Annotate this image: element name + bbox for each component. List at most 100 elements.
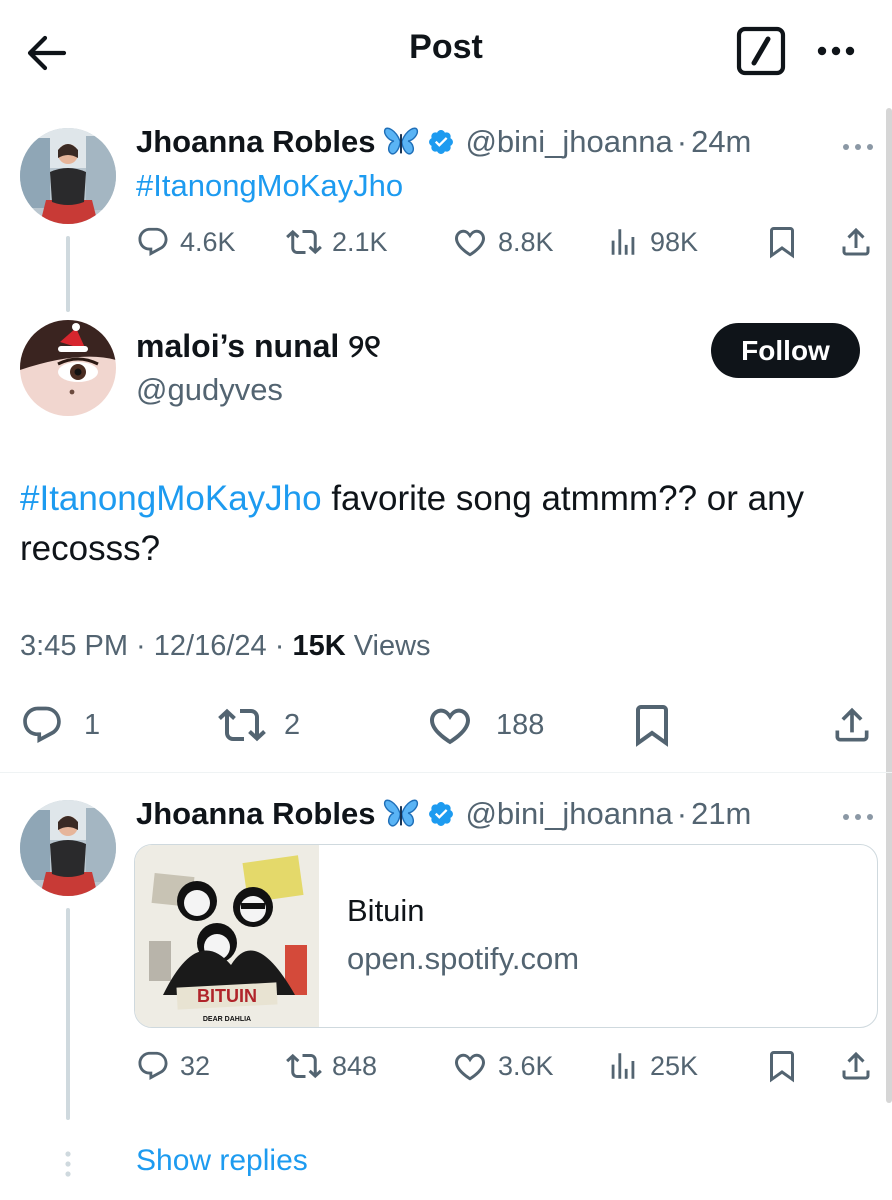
separator-dot: ·: [128, 630, 154, 662]
show-replies-link[interactable]: Show replies: [136, 1144, 308, 1178]
butterfly-icon: [383, 126, 419, 158]
reply-count: 4.6K: [180, 226, 236, 257]
card-domain[interactable]: open.spotify.com: [347, 941, 579, 977]
tweet-actions: 4.6K 2.1K 8.8K 98K: [136, 222, 876, 262]
share-icon: [838, 1048, 874, 1084]
bookmark-icon: [764, 1048, 800, 1084]
reply-button[interactable]: 4.6K: [136, 222, 236, 262]
views-icon: [606, 1049, 640, 1083]
tweet-header: Jhoanna Robles @bini_jhoanna · 21m: [136, 796, 751, 832]
reply-count: 32: [180, 1050, 211, 1081]
card-title[interactable]: Bituin: [347, 893, 425, 929]
tweet-time[interactable]: 24m: [691, 124, 751, 160]
top-bar: Post: [0, 0, 892, 100]
tweet-actions: 32 848 3.6K 25K: [136, 1046, 876, 1086]
like-count: 8.8K: [498, 226, 554, 257]
views-count: 98K: [650, 226, 699, 257]
thread-line: [66, 236, 70, 312]
tweet-more-button[interactable]: [838, 810, 878, 830]
reply-icon: [136, 1049, 170, 1083]
avatar[interactable]: [20, 800, 116, 896]
separator-dot: ·: [676, 124, 688, 159]
tweet-more-button[interactable]: [838, 140, 878, 160]
divider: [0, 772, 892, 773]
tweet-date[interactable]: 12/16/24: [154, 630, 267, 662]
bookmark-button[interactable]: [764, 222, 800, 262]
like-button[interactable]: 8.8K: [452, 222, 554, 262]
reply-button[interactable]: 1: [20, 700, 100, 750]
more-icon: [838, 811, 878, 823]
repost-icon: [286, 224, 322, 260]
views-button[interactable]: 98K: [606, 222, 698, 262]
thread-line: [66, 908, 70, 1120]
repost-icon: [218, 701, 266, 749]
views-button[interactable]: 25K: [606, 1046, 698, 1086]
author-handle[interactable]: @bini_jhoanna: [465, 124, 672, 160]
tweet-meta: 3:45 PM · 12/16/24 · 15K Views: [20, 630, 431, 663]
like-button[interactable]: 3.6K: [452, 1046, 554, 1086]
avatar-image: [20, 128, 116, 224]
like-count: 3.6K: [498, 1050, 554, 1081]
like-button[interactable]: 188: [426, 700, 544, 750]
avatar[interactable]: [20, 128, 116, 224]
avatar-image: [20, 800, 116, 896]
album-subtitle: DEAR DAHLIA: [203, 1016, 251, 1023]
butterfly-icon: [383, 798, 419, 830]
avatar-image: [20, 320, 116, 416]
scrollbar[interactable]: [886, 108, 892, 1103]
compose-icon: [736, 26, 786, 76]
like-icon: [452, 1048, 488, 1084]
album-title: BITUIN: [197, 986, 257, 1006]
views-count[interactable]: 15K: [292, 630, 345, 662]
compose-button[interactable]: [736, 26, 786, 76]
avatar[interactable]: [20, 320, 116, 416]
author-handle[interactable]: @bini_jhoanna: [465, 796, 672, 832]
verified-badge-icon[interactable]: [427, 800, 455, 828]
like-icon: [426, 701, 474, 749]
tweet-time[interactable]: 21m: [691, 796, 751, 832]
tweet-actions: 1 2 188: [0, 700, 892, 750]
share-icon: [830, 703, 874, 747]
bookmark-button[interactable]: [628, 700, 676, 750]
thread-dots-icon: [65, 1151, 71, 1177]
more-icon: [838, 141, 878, 153]
repost-count: 2.1K: [332, 226, 388, 257]
share-button[interactable]: [838, 1046, 874, 1086]
reply-button[interactable]: 32: [136, 1046, 210, 1086]
views-icon: [606, 225, 640, 259]
repost-button[interactable]: 2: [218, 700, 300, 750]
share-button[interactable]: [830, 700, 874, 750]
author-name[interactable]: Jhoanna Robles: [136, 796, 375, 832]
tweet-text: #ItanongMoKayJho favorite song atmmm?? o…: [20, 474, 872, 574]
album-art: BITUIN DEAR DAHLIA: [135, 845, 319, 1027]
share-button[interactable]: [838, 222, 874, 262]
repost-button[interactable]: 2.1K: [286, 222, 388, 262]
views-count: 25K: [650, 1050, 699, 1081]
repost-button[interactable]: 848: [286, 1046, 377, 1086]
link-card[interactable]: BITUIN DEAR DAHLIA Bituin open.spotify.c…: [134, 844, 878, 1028]
separator-dot: ·: [676, 796, 688, 831]
more-options-button[interactable]: [810, 30, 862, 72]
author-name[interactable]: maloi’s nunal ୨୧: [136, 328, 381, 366]
views-label: Views: [345, 630, 431, 662]
album-art-image: BITUIN DEAR DAHLIA: [135, 845, 319, 1027]
tweet-time[interactable]: 3:45 PM: [20, 630, 128, 662]
reply-icon: [136, 225, 170, 259]
tweet-text: #ItanongMoKayJho: [136, 168, 403, 204]
separator-dot: ·: [266, 630, 293, 662]
author-name[interactable]: Jhoanna Robles: [136, 124, 375, 160]
reply-count: 1: [84, 708, 101, 741]
bookmark-icon: [764, 224, 800, 260]
repost-count: 2: [284, 708, 301, 741]
bookmark-button[interactable]: [764, 1046, 800, 1086]
bookmark-icon: [628, 701, 676, 749]
more-icon: [817, 46, 855, 56]
reply-icon: [20, 703, 64, 747]
share-icon: [838, 224, 874, 260]
follow-button[interactable]: Follow: [711, 323, 860, 378]
like-count: 188: [496, 708, 545, 741]
hashtag-link[interactable]: #ItanongMoKayJho: [20, 479, 322, 518]
hashtag-link[interactable]: #ItanongMoKayJho: [136, 168, 403, 203]
author-handle[interactable]: @gudyves: [136, 372, 283, 408]
verified-badge-icon[interactable]: [427, 128, 455, 156]
